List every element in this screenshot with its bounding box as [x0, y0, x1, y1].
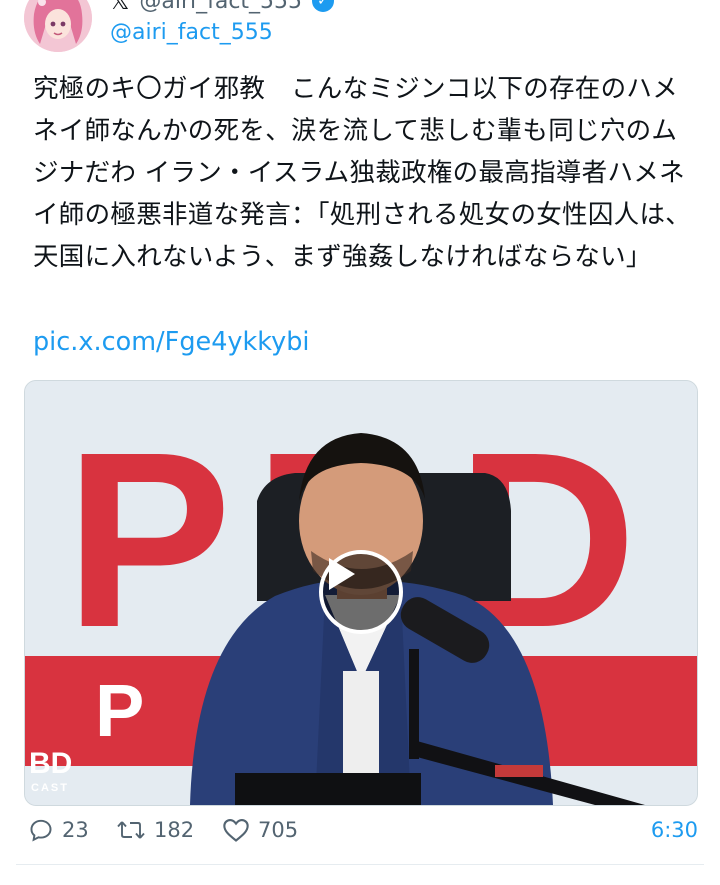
like-button[interactable]: 705	[222, 812, 298, 848]
author-name-row[interactable]: 𝕏 @airi_fact_555 ✓	[110, 0, 335, 16]
tweet-text: 究極のキ〇ガイ邪教 こんなミジンコ以下の存在のハメネイ師なんかの死を、涙を流して…	[33, 74, 692, 272]
reply-icon	[30, 819, 52, 842]
corner-logo: BD	[29, 747, 72, 780]
avatar-image	[24, 0, 92, 52]
tweet-media-link[interactable]: pic.x.com/Fge4ykkybi	[33, 322, 310, 362]
reply-button[interactable]: 23	[28, 812, 89, 848]
avatar[interactable]	[24, 0, 92, 52]
like-count: 705	[258, 818, 299, 842]
video-player[interactable]: PBD P T BD CAST	[24, 380, 698, 806]
corner-logo-sub: CAST	[31, 782, 69, 794]
repost-count: 182	[154, 818, 195, 842]
heart-icon	[223, 819, 249, 842]
reply-count: 23	[62, 818, 89, 842]
video-duration: 6:30	[650, 818, 698, 842]
repost-icon	[117, 821, 145, 839]
play-icon	[329, 558, 355, 590]
play-button[interactable]	[319, 550, 403, 634]
x-logo-icon: 𝕏	[110, 0, 130, 15]
author-handle[interactable]: @airi_fact_555	[110, 20, 273, 45]
repost-button[interactable]: 182	[116, 812, 194, 848]
tweet-header: 𝕏 @airi_fact_555 ✓ @airi_fact_555	[0, 0, 720, 60]
author-display-name[interactable]: @airi_fact_555	[139, 0, 302, 14]
tweet-actions: 23 182 705 6:30	[28, 812, 698, 848]
divider	[16, 864, 704, 865]
verified-badge-icon: ✓	[312, 0, 335, 12]
